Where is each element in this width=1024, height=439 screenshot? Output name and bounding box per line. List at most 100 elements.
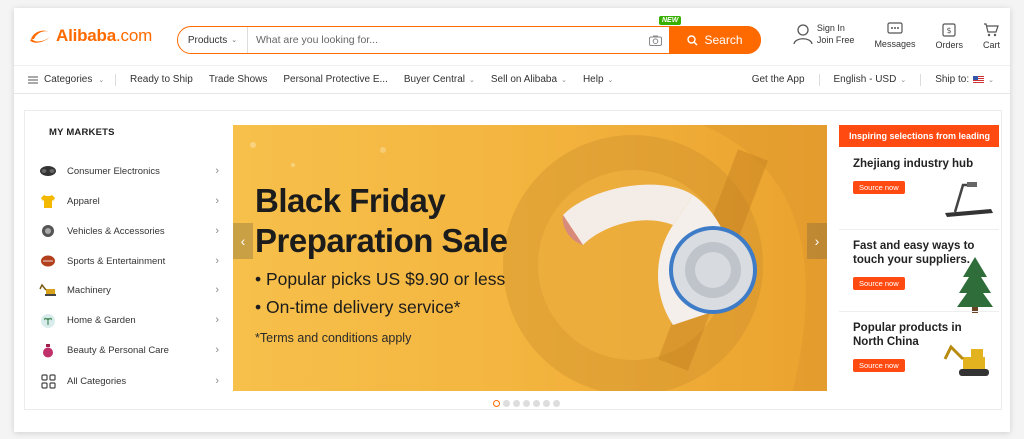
banner-title-line2: Preparation Sale — [255, 222, 508, 259]
logo-domain: .com — [116, 26, 153, 45]
ship-to-label: Ship to: — [935, 74, 970, 85]
nav-link-label: Personal Protective E... — [283, 74, 388, 85]
nav-trade-shows[interactable]: Trade Shows — [209, 74, 268, 85]
page-frame: Alibaba.com Products ⌄ NEW Search Sign I… — [14, 8, 1010, 432]
product-image-ipl-device — [562, 184, 757, 325]
carousel-dots — [493, 400, 560, 407]
language-currency-select[interactable]: English - USD ⌄ — [834, 74, 907, 85]
market-item-sports[interactable]: Sports & Entertainment › — [39, 250, 219, 272]
carousel-dot[interactable] — [503, 400, 510, 407]
market-item-label: Apparel — [67, 195, 100, 207]
chevron-right-icon: › — [215, 165, 219, 177]
list-icon — [28, 76, 38, 83]
svg-text:$: $ — [947, 26, 952, 35]
market-item-all-categories[interactable]: All Categories › — [39, 370, 219, 392]
categories-label: Categories — [44, 74, 93, 85]
source-now-button[interactable]: Source now — [853, 181, 905, 194]
market-item-label: Consumer Electronics — [67, 165, 160, 177]
chevron-right-icon: › — [215, 314, 219, 326]
ship-to-select[interactable]: Ship to: ⌄ — [935, 74, 994, 85]
inspiring-selections-panel: Inspiring selections from leading Zhejia… — [839, 125, 999, 395]
new-badge: NEW — [659, 16, 682, 25]
source-now-button[interactable]: Source now — [853, 359, 905, 372]
banner-bullet-2: • On-time delivery service* — [255, 297, 461, 317]
carousel-dot[interactable] — [493, 400, 500, 407]
logo-brand: Alibaba — [56, 26, 117, 45]
promo-banner[interactable]: Black Friday Preparation Sale • Popular … — [233, 125, 827, 391]
banner-prev-button[interactable]: ‹ — [233, 223, 253, 259]
chevron-right-icon: › — [215, 225, 219, 237]
chevron-down-icon: ⌄ — [900, 76, 907, 84]
cart-icon — [984, 23, 1000, 37]
chevron-down-icon: ⌄ — [231, 37, 238, 44]
categories-menu[interactable]: Categories ⌄ — [14, 74, 109, 85]
market-item-label: Vehicles & Accessories — [67, 225, 165, 237]
us-flag-icon — [973, 75, 985, 84]
alibaba-logo[interactable]: Alibaba.com — [28, 26, 152, 46]
market-item-apparel[interactable]: Apparel › — [39, 190, 219, 212]
search-button[interactable]: NEW Search — [659, 16, 761, 54]
nav-right: Get the App English - USD ⌄ Ship to: ⌄ — [744, 73, 1010, 86]
market-item-machinery[interactable]: Machinery › — [39, 279, 219, 301]
orders-link[interactable]: $ Orders — [935, 22, 963, 50]
chevron-left-icon: ‹ — [240, 233, 246, 249]
nav-link-label: Sell on Alibaba — [490, 74, 558, 85]
market-item-beauty[interactable]: Beauty & Personal Care › — [39, 339, 219, 361]
nav-ready-to-ship[interactable]: Ready to Ship — [130, 74, 193, 85]
plant-icon — [39, 312, 57, 328]
nav-personal-protective[interactable]: Personal Protective E... — [283, 74, 388, 85]
grid-icon — [39, 373, 57, 389]
sign-in-link[interactable]: Sign In Join Free — [793, 22, 854, 46]
ball-icon — [39, 253, 57, 269]
top-nav: Categories ⌄ Ready to Ship Trade Shows P… — [14, 66, 1010, 94]
camera-icon[interactable] — [641, 27, 669, 53]
selection-card[interactable]: Fast and easy ways to touch your supplie… — [839, 239, 999, 319]
market-item-vehicles[interactable]: Vehicles & Accessories › — [39, 220, 219, 242]
search-category-select[interactable]: Products ⌄ — [178, 27, 248, 53]
carousel-dot[interactable] — [543, 400, 550, 407]
cart-label: Cart — [982, 40, 1000, 50]
carousel-dot[interactable] — [513, 400, 520, 407]
orders-label: Orders — [935, 40, 963, 50]
selection-card[interactable]: Zhejiang industry hub Source now — [839, 157, 999, 237]
search-button-label: Search — [704, 33, 743, 47]
nav-sell-on-alibaba[interactable]: Sell on Alibaba ⌄ — [491, 74, 567, 85]
market-item-home-garden[interactable]: Home & Garden › — [39, 309, 219, 331]
carousel-dot[interactable] — [523, 400, 530, 407]
cart-link[interactable]: Cart — [983, 22, 1000, 50]
orders-icon: $ — [942, 23, 956, 37]
selection-card-title: Zhejiang industry hub — [853, 158, 974, 170]
banner-title: Black Friday Preparation Sale — [255, 181, 508, 261]
nav-link-label: Ready to Ship — [130, 74, 193, 85]
messages-link[interactable]: Messages — [874, 22, 915, 49]
selection-card[interactable]: Popular products in North China Source n… — [839, 321, 999, 401]
nav-link-label: Trade Shows — [208, 74, 268, 85]
perfume-icon — [39, 342, 57, 358]
divider — [115, 73, 116, 86]
banner-title-line1: Black Friday — [255, 182, 446, 219]
market-item-label: Home & Garden — [67, 314, 136, 326]
market-item-label: Sports & Entertainment — [67, 255, 166, 267]
messages-label: Messages — [874, 39, 916, 49]
excavator-icon — [943, 344, 989, 376]
carousel-dot[interactable] — [533, 400, 540, 407]
chevron-right-icon: › — [215, 195, 219, 207]
nav-help[interactable]: Help ⌄ — [583, 74, 613, 85]
main-section: MY MARKETS Consumer Electronics › Appare… — [24, 110, 1002, 410]
carousel-dot[interactable] — [553, 400, 560, 407]
chevron-right-icon: › — [215, 255, 219, 267]
nav-link-label: Help — [582, 74, 604, 85]
search-category-label: Products — [187, 34, 228, 46]
banner-next-button[interactable]: › — [807, 223, 827, 259]
car-icon — [39, 223, 57, 239]
shirt-icon — [39, 193, 57, 209]
chevron-right-icon: › — [814, 233, 820, 249]
nav-buyer-central[interactable]: Buyer Central ⌄ — [404, 74, 475, 85]
market-item-consumer-electronics[interactable]: Consumer Electronics › — [39, 160, 219, 182]
chevron-down-icon: ⌄ — [607, 76, 614, 84]
excavator-icon — [39, 282, 57, 298]
source-now-button[interactable]: Source now — [853, 277, 905, 290]
treadmill-icon — [945, 182, 993, 217]
get-the-app-link[interactable]: Get the App — [752, 74, 805, 85]
search-input[interactable] — [248, 27, 641, 53]
